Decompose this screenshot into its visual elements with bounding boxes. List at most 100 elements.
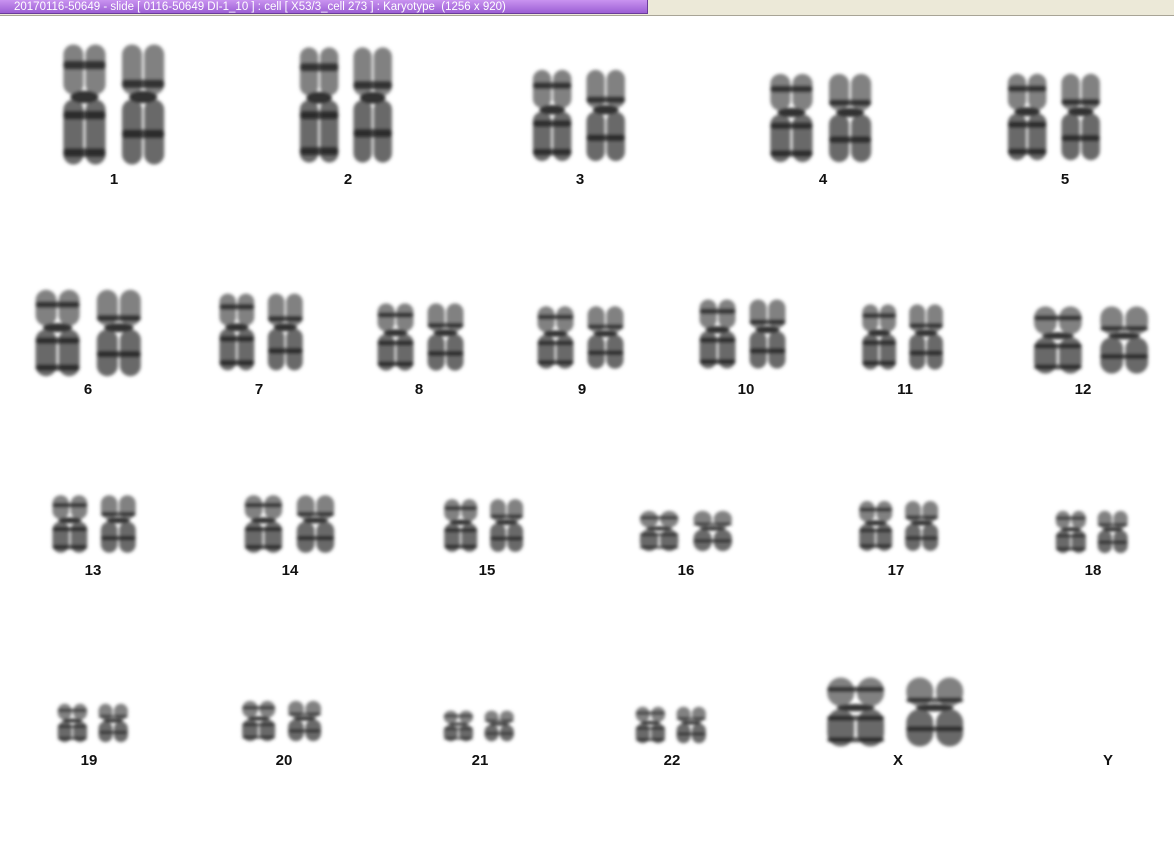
chromosome-homolog (1055, 510, 1086, 554)
chromosome-homolog (827, 677, 885, 747)
chromosome-homolog (35, 289, 80, 377)
chromosome-homolog (377, 303, 414, 371)
chromosome-label-12: 12 (1074, 381, 1092, 398)
chromosome-label-9: 9 (577, 381, 587, 398)
chromosome-homolog (1007, 73, 1047, 161)
chromosome-pair-16[interactable] (635, 510, 740, 552)
chromosome-pair-19[interactable] (54, 703, 134, 743)
chromosome-homolog (586, 69, 625, 162)
chromosome-label-8: 8 (414, 381, 424, 398)
chromosome-pair-image (699, 299, 786, 369)
chromosome-pair-image (639, 510, 732, 552)
chromosome-pair-image (827, 677, 964, 747)
chromosome-pair-20[interactable] (238, 700, 328, 742)
chromosome-label-11: 11 (897, 381, 913, 398)
chromosome-homolog (1061, 73, 1100, 161)
chromosome-label-5: 5 (1060, 171, 1070, 188)
chromosome-pair-5[interactable] (1003, 72, 1108, 162)
chromosome-pair-12[interactable] (1028, 305, 1158, 375)
chromosome-pair-image (635, 706, 706, 744)
chromosome-pair-image (1055, 510, 1128, 554)
chromosome-pair-21[interactable] (440, 710, 520, 742)
chromosome-homolog (57, 703, 88, 743)
chromosome-slot-Y[interactable] (1085, 700, 1135, 742)
chromosome-homolog (100, 495, 136, 553)
chromosome-homolog (52, 495, 88, 553)
chromosome-label-Y: Y (1102, 752, 1113, 769)
chromosome-pair-image (1007, 73, 1100, 161)
chromosome-pair-image (244, 495, 335, 553)
chromosome-pair-3[interactable] (528, 68, 633, 163)
chromosome-pair-X[interactable] (820, 676, 975, 748)
chromosome-pair-image (1034, 306, 1149, 374)
chromosome-homolog (1034, 306, 1082, 374)
chromosome-homolog (639, 510, 679, 552)
chromosome-homolog (121, 44, 165, 165)
chromosome-label-3: 3 (575, 171, 585, 188)
chromosome-homolog (98, 703, 128, 743)
chromosome-pair-11[interactable] (858, 303, 950, 371)
chromosome-pair-2[interactable] (295, 45, 400, 165)
chromosome-label-21: 21 (471, 752, 489, 769)
chromosome-homolog (244, 495, 283, 553)
chromosome-homolog (1097, 510, 1128, 554)
chromosome-homolog (1100, 306, 1149, 374)
chromosome-pair-22[interactable] (632, 706, 712, 744)
chromosome-pair-10[interactable] (695, 298, 793, 370)
chromosome-homolog (828, 73, 872, 163)
chromosome-pair-17[interactable] (855, 500, 945, 552)
window-title-tab[interactable]: 20170116-50649 - slide [ 0116-50649 DI-1… (0, 0, 648, 14)
chromosome-homolog (676, 706, 706, 744)
chromosome-label-1: 1 (109, 171, 119, 188)
chromosome-label-19: 19 (80, 752, 98, 769)
chromosome-pair-image (537, 306, 624, 369)
chromosome-homolog (443, 710, 474, 742)
chromosome-pair-image (859, 501, 939, 551)
chromosome-label-2: 2 (343, 171, 353, 188)
chromosome-homolog (909, 304, 943, 370)
chromosome-pair-18[interactable] (1052, 510, 1134, 554)
chromosome-pair-image (377, 303, 464, 371)
chromosome-homolog (770, 73, 813, 163)
chromosome-pair-4[interactable] (765, 72, 880, 164)
chromosome-homolog (635, 706, 666, 744)
chromosome-pair-14[interactable] (240, 494, 342, 554)
chromosome-pair-image (242, 700, 322, 742)
chromosome-pair-7[interactable] (215, 292, 310, 372)
window-title: 20170116-50649 - slide [ 0116-50649 DI-1… (14, 1, 506, 13)
chromosome-label-22: 22 (663, 752, 681, 769)
chromosome-label-7: 7 (254, 381, 264, 398)
chromosome-pair-image (35, 289, 141, 377)
chromosome-pair-1[interactable] (58, 42, 173, 167)
chromosome-homolog (905, 501, 939, 551)
chromosome-label-13: 13 (84, 562, 102, 579)
chromosome-pair-image (770, 73, 872, 163)
chromosome-label-14: 14 (281, 562, 299, 579)
chromosome-homolog (296, 495, 335, 553)
chromosome-pair-9[interactable] (533, 305, 631, 370)
chromosome-homolog (587, 306, 624, 369)
chromosome-pair-image (57, 703, 128, 743)
chromosome-pair-image (63, 44, 165, 165)
chromosome-homolog (63, 44, 106, 165)
chromosome-homolog (749, 299, 786, 369)
chromosome-pair-image (862, 304, 943, 370)
chromosome-pair-image (443, 710, 514, 742)
chromosome-label-15: 15 (478, 562, 496, 579)
chromosome-pair-15[interactable] (440, 498, 530, 553)
chromosome-homolog (699, 299, 736, 369)
chromosome-pair-image (299, 47, 392, 163)
chromosome-homolog (484, 710, 514, 742)
chromosome-homolog (219, 293, 255, 371)
chromosome-homolog (288, 700, 322, 742)
chromosome-pair-6[interactable] (30, 288, 150, 378)
chromosome-pair-image (219, 293, 303, 371)
chromosome-pair-13[interactable] (48, 494, 143, 554)
chromosome-pair-8[interactable] (373, 302, 471, 372)
chromosome-homolog (427, 303, 464, 371)
chromosome-homolog (444, 499, 478, 552)
chromosome-homolog (906, 677, 964, 747)
chromosome-homolog (96, 289, 141, 377)
chromosome-homolog (537, 306, 574, 369)
chromosome-homolog (299, 47, 339, 163)
